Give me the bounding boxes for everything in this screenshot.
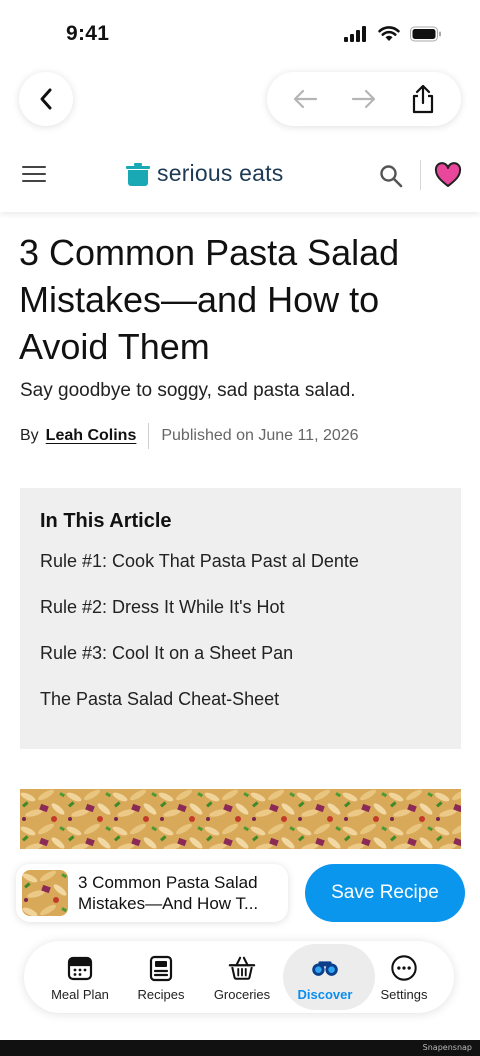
toc-item[interactable]: Rule #3: Cool It on a Sheet Pan bbox=[40, 643, 441, 689]
publish-date: Published on June 11, 2026 bbox=[161, 427, 359, 444]
recipe-card[interactable]: 3 Common Pasta Salad Mistakes—And How T.… bbox=[16, 864, 288, 922]
tab-bar: Meal Plan Recipes Groceries Discover Set… bbox=[24, 941, 454, 1013]
chevron-left-icon bbox=[40, 88, 52, 110]
tab-groceries[interactable]: Groceries bbox=[200, 941, 284, 1013]
search-icon[interactable] bbox=[378, 163, 404, 189]
toc-title: In This Article bbox=[40, 510, 172, 532]
share-button[interactable] bbox=[403, 79, 443, 119]
signal-icon bbox=[344, 26, 366, 42]
basket-icon bbox=[228, 954, 256, 982]
brand-name: serious eats bbox=[157, 160, 284, 186]
author-link[interactable]: Leah Colins bbox=[46, 427, 137, 445]
recipe-thumbnail bbox=[22, 870, 68, 916]
tab-meal-plan[interactable]: Meal Plan bbox=[38, 941, 122, 1013]
pasta-salad-photo bbox=[20, 789, 461, 849]
hero-image bbox=[20, 789, 461, 849]
wifi-icon bbox=[378, 26, 400, 41]
bottom-strip: Snapensnap bbox=[0, 1040, 480, 1056]
tab-discover[interactable]: Discover bbox=[283, 941, 375, 1013]
article-title: 3 Common Pasta Salad Mistakes—and How to… bbox=[19, 232, 400, 367]
save-recipe-button[interactable]: Save Recipe bbox=[305, 864, 465, 922]
article-subtitle: Say goodbye to soggy, sad pasta salad. bbox=[20, 380, 356, 401]
heart-icon[interactable] bbox=[434, 162, 462, 188]
tab-label: Recipes bbox=[137, 987, 185, 1002]
recipe-book-icon bbox=[147, 954, 175, 982]
browser-actions bbox=[267, 72, 461, 126]
battery-icon bbox=[410, 26, 441, 42]
tab-label: Discover bbox=[297, 987, 353, 1002]
more-icon bbox=[390, 954, 418, 982]
site-header: serious eats bbox=[0, 140, 480, 212]
byline-divider bbox=[148, 423, 150, 449]
tab-settings[interactable]: Settings bbox=[362, 941, 446, 1013]
save-recipe-bar: 3 Common Pasta Salad Mistakes—And How T.… bbox=[0, 850, 480, 935]
back-arrow-button[interactable] bbox=[285, 79, 325, 119]
watermark-text: Snapensnap bbox=[422, 1043, 472, 1052]
tab-label: Groceries bbox=[213, 987, 271, 1002]
status-time: 9:41 bbox=[66, 22, 110, 45]
browser-nav bbox=[0, 70, 480, 140]
calendar-icon bbox=[66, 954, 94, 982]
toc-item[interactable]: The Pasta Salad Cheat-Sheet bbox=[40, 689, 441, 735]
forward-arrow-button[interactable] bbox=[344, 79, 384, 119]
by-label: By bbox=[20, 427, 39, 444]
share-icon bbox=[413, 84, 434, 114]
byline: By Leah Colins Published on June 11, 202… bbox=[20, 423, 359, 449]
toc-item[interactable]: Rule #2: Dress It While It's Hot bbox=[40, 597, 441, 643]
back-button[interactable] bbox=[19, 72, 73, 126]
table-of-contents: In This Article Rule #1: Cook That Pasta… bbox=[20, 488, 461, 749]
tab-label: Meal Plan bbox=[51, 987, 109, 1002]
status-bar: 9:41 bbox=[0, 0, 480, 70]
binoculars-icon bbox=[311, 954, 339, 982]
tab-recipes[interactable]: Recipes bbox=[119, 941, 203, 1013]
header-divider bbox=[420, 160, 421, 190]
tab-label: Settings bbox=[380, 987, 428, 1002]
menu-icon[interactable] bbox=[22, 166, 46, 184]
toc-item[interactable]: Rule #1: Cook That Pasta Past al Dente bbox=[40, 551, 441, 597]
arrow-left-icon bbox=[293, 89, 317, 109]
status-icons bbox=[344, 26, 442, 42]
arrow-right-icon bbox=[351, 89, 376, 109]
site-logo[interactable]: serious eats bbox=[125, 160, 283, 187]
pot-logo-icon bbox=[126, 162, 150, 186]
recipe-card-title: 3 Common Pasta Salad Mistakes—And How T.… bbox=[78, 873, 259, 913]
